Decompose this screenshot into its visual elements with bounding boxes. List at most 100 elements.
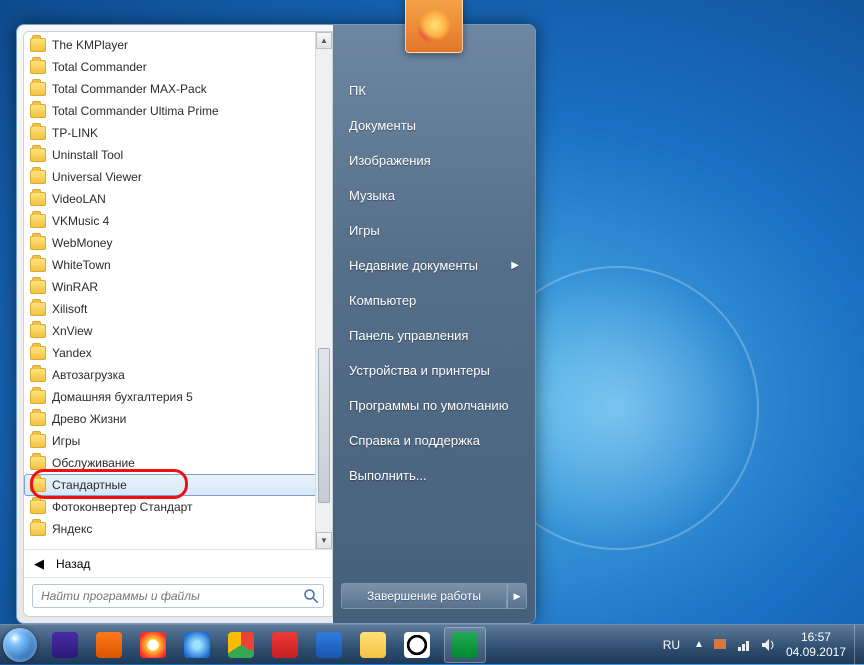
search-input[interactable] (32, 584, 324, 608)
folder-icon (30, 280, 46, 294)
file-explorer-icon (360, 632, 386, 658)
folder-icon (30, 82, 46, 96)
right-panel-item[interactable]: Игры (333, 213, 535, 248)
right-panel-item[interactable]: Музыка (333, 178, 535, 213)
taskbar-pinned-media-player[interactable] (44, 627, 86, 663)
program-folder-item[interactable]: Total Commander MAX-Pack (24, 78, 332, 100)
search-icon (302, 587, 320, 605)
back-arrow-icon: ◀ (34, 556, 44, 572)
folder-icon (30, 346, 46, 360)
tray-icons[interactable]: ▲ (694, 637, 776, 653)
right-panel-item[interactable]: Компьютер (333, 283, 535, 318)
program-folder-item[interactable]: Universal Viewer (24, 166, 332, 188)
show-desktop-button[interactable] (854, 625, 864, 665)
program-folder-item[interactable]: Total Commander (24, 56, 332, 78)
program-label: VKMusic 4 (52, 214, 109, 228)
program-folder-item[interactable]: Игры (24, 430, 332, 452)
right-panel-item[interactable]: Устройства и принтеры (333, 353, 535, 388)
right-panel-item[interactable]: Панель управления (333, 318, 535, 353)
program-folder-item[interactable]: XnView (24, 320, 332, 342)
right-panel-label: Программы по умолчанию (349, 398, 508, 413)
program-folder-item[interactable]: Древо Жизни (24, 408, 332, 430)
program-folder-item[interactable]: Xilisoft (24, 298, 332, 320)
taskbar-pinned-yandex-browser[interactable] (132, 627, 174, 663)
program-label: Яндекс (52, 522, 92, 536)
folder-icon (30, 170, 46, 184)
program-label: Древо Жизни (52, 412, 126, 426)
program-label: Total Commander MAX-Pack (52, 82, 207, 96)
program-folder-item[interactable]: VideoLAN (24, 188, 332, 210)
program-folder-item[interactable]: The KMPlayer (24, 34, 332, 56)
program-folder-item[interactable]: Домашняя бухгалтерия 5 (24, 386, 332, 408)
program-folder-item[interactable]: TP-LINK (24, 122, 332, 144)
search-row (24, 577, 332, 616)
tray-chevron-icon[interactable]: ▲ (694, 639, 704, 650)
folder-icon (30, 236, 46, 250)
taskbar-pinned-aimder[interactable] (88, 627, 130, 663)
program-label: The KMPlayer (52, 38, 128, 52)
taskbar-pinned-internet-explorer[interactable] (176, 627, 218, 663)
folder-icon (30, 302, 46, 316)
program-folder-item[interactable]: VKMusic 4 (24, 210, 332, 232)
program-folder-item[interactable]: Total Commander Ultima Prime (24, 100, 332, 122)
network-icon[interactable] (736, 637, 752, 653)
scroll-down-button[interactable]: ▼ (316, 532, 332, 549)
right-panel-label: ПК (349, 83, 366, 98)
back-label: Назад (56, 557, 90, 571)
program-label: TP-LINK (52, 126, 98, 140)
program-folder-item[interactable]: Uninstall Tool (24, 144, 332, 166)
volume-icon[interactable] (760, 637, 776, 653)
program-folder-item[interactable]: Yandex (24, 342, 332, 364)
right-panel-item[interactable]: Выполнить... (333, 458, 535, 493)
clock[interactable]: 16:57 04.09.2017 (786, 630, 846, 659)
program-folder-item[interactable]: Фотоконвертер Стандарт (24, 496, 332, 518)
folder-icon (30, 126, 46, 140)
taskbar-pinned-panda[interactable] (396, 627, 438, 663)
user-avatar[interactable] (405, 0, 463, 53)
right-panel-item[interactable]: Изображения (333, 143, 535, 178)
language-indicator[interactable]: RU (659, 636, 684, 654)
program-label: Обслуживание (52, 456, 135, 470)
right-panel-item[interactable]: ПК (333, 73, 535, 108)
time-text: 16:57 (786, 630, 846, 644)
program-label: Xilisoft (52, 302, 87, 316)
taskbar-pinned-maxthon[interactable] (308, 627, 350, 663)
program-folder-item[interactable]: Яндекс (24, 518, 332, 540)
folder-icon (30, 478, 46, 492)
right-panel-item[interactable]: Недавние документы▶ (333, 248, 535, 283)
folder-icon (30, 258, 46, 272)
program-folder-item[interactable]: WinRAR (24, 276, 332, 298)
back-button[interactable]: ◀ Назад (24, 549, 332, 577)
program-folder-item[interactable]: Обслуживание (24, 452, 332, 474)
program-folder-item[interactable]: Автозагрузка (24, 364, 332, 386)
program-folder-item[interactable]: WebMoney (24, 232, 332, 254)
program-folder-item[interactable]: Стандартные (24, 474, 332, 496)
program-label: Yandex (52, 346, 92, 360)
folder-icon (30, 214, 46, 228)
program-label: Домашняя бухгалтерия 5 (52, 390, 193, 404)
right-panel-item[interactable]: Документы (333, 108, 535, 143)
programs-scrollbar[interactable]: ▲ ▼ (315, 32, 332, 549)
taskbar-pinned-chrome[interactable] (220, 627, 262, 663)
scroll-thumb[interactable] (318, 348, 330, 503)
flag-icon[interactable] (712, 637, 728, 653)
right-panel-item[interactable]: Справка и поддержка (333, 423, 535, 458)
right-panel-label: Выполнить... (349, 468, 427, 483)
running-app-icon (452, 632, 478, 658)
program-folder-item[interactable]: WhiteTown (24, 254, 332, 276)
taskbar-pinned-file-explorer[interactable] (352, 627, 394, 663)
scroll-up-button[interactable]: ▲ (316, 32, 332, 49)
chrome-icon (228, 632, 254, 658)
taskbar: RU ▲ 16:57 04.09.2017 (0, 624, 864, 664)
start-button[interactable] (0, 625, 40, 665)
right-panel-item[interactable]: Программы по умолчанию (333, 388, 535, 423)
taskbar-pinned-vivaldi[interactable] (264, 627, 306, 663)
right-panel-label: Панель управления (349, 328, 468, 343)
internet-explorer-icon (184, 632, 210, 658)
right-panel-label: Устройства и принтеры (349, 363, 490, 378)
folder-icon (30, 104, 46, 118)
taskbar-running-running-app[interactable] (444, 627, 486, 663)
folder-icon (30, 434, 46, 448)
shutdown-button[interactable]: Завершение работы (341, 583, 507, 609)
shutdown-options-button[interactable]: ▶ (507, 583, 527, 609)
